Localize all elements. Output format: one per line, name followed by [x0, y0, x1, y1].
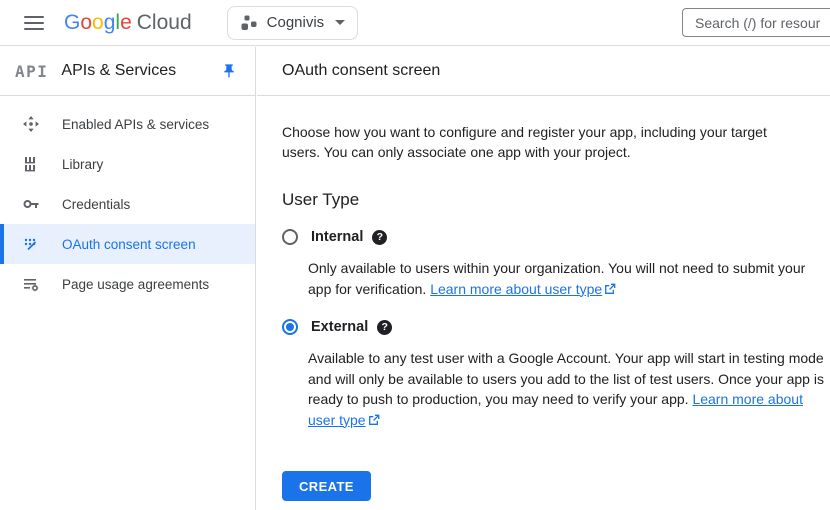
logo-letter: G [64, 11, 80, 34]
project-icon [240, 14, 258, 32]
user-type-option-external[interactable]: External ? [282, 319, 830, 335]
logo-letter: g [104, 11, 116, 34]
logo-letter: e [120, 11, 132, 34]
user-type-heading: User Type [282, 190, 830, 210]
sidebar-item-enabled-apis[interactable]: Enabled APIs & services [0, 104, 255, 144]
create-button[interactable]: CREATE [282, 471, 371, 501]
intro-text: Choose how you want to configure and reg… [282, 122, 807, 162]
logo-suffix: Cloud [137, 11, 192, 34]
key-icon [22, 195, 40, 213]
external-description: Available to any test user with a Google… [308, 348, 828, 431]
learn-more-link-internal[interactable]: Learn more about user type [430, 281, 602, 297]
option-label-internal: Internal [311, 229, 363, 245]
project-name: Cognivis [267, 14, 325, 31]
help-icon[interactable]: ? [372, 230, 387, 245]
sidebar: API APIs & Services Enabled APIs & servi… [0, 47, 256, 510]
logo-letter: o [80, 11, 92, 34]
search-input[interactable] [682, 8, 830, 37]
help-glyph: ? [382, 321, 388, 333]
page-title: OAuth consent screen [257, 47, 830, 96]
sidebar-header: API APIs & Services [0, 47, 255, 96]
sidebar-item-label: Page usage agreements [62, 277, 209, 292]
enabled-apis-icon [22, 115, 40, 133]
option-label-external: External [311, 319, 368, 335]
external-link-icon [604, 280, 616, 301]
hamburger-menu-icon[interactable] [24, 16, 44, 30]
google-cloud-logo[interactable]: GoogleCloud [64, 11, 192, 35]
sidebar-item-label: Credentials [62, 197, 130, 212]
user-type-option-internal[interactable]: Internal ? [282, 229, 830, 245]
chevron-down-icon [335, 20, 345, 25]
help-glyph: ? [377, 231, 383, 243]
sidebar-item-label: Enabled APIs & services [62, 117, 209, 132]
top-bar: GoogleCloud Cognivis [0, 0, 830, 46]
library-icon [22, 155, 40, 173]
project-selector-button[interactable]: Cognivis [227, 6, 359, 40]
sidebar-item-library[interactable]: Library [0, 144, 255, 184]
consent-screen-icon [22, 235, 40, 253]
sidebar-item-label: OAuth consent screen [62, 237, 196, 252]
radio-internal[interactable] [282, 229, 298, 245]
main-content: Choose how you want to configure and reg… [257, 96, 830, 501]
sidebar-title: APIs & Services [61, 62, 221, 80]
external-link-icon [368, 411, 380, 432]
sidebar-nav: Enabled APIs & services Library [0, 96, 255, 304]
sidebar-item-label: Library [62, 157, 103, 172]
internal-description: Only available to users within your orga… [308, 258, 828, 300]
radio-external[interactable] [282, 319, 298, 335]
sidebar-item-oauth-consent-screen[interactable]: OAuth consent screen [0, 224, 255, 264]
help-icon[interactable]: ? [377, 320, 392, 335]
sidebar-item-credentials[interactable]: Credentials [0, 184, 255, 224]
sidebar-item-page-usage-agreements[interactable]: Page usage agreements [0, 264, 255, 304]
pin-icon[interactable] [221, 63, 237, 79]
logo-letter: o [92, 11, 104, 34]
main-panel: OAuth consent screen Choose how you want… [257, 47, 830, 510]
api-logo: API [15, 62, 48, 81]
agreements-icon [22, 275, 40, 293]
